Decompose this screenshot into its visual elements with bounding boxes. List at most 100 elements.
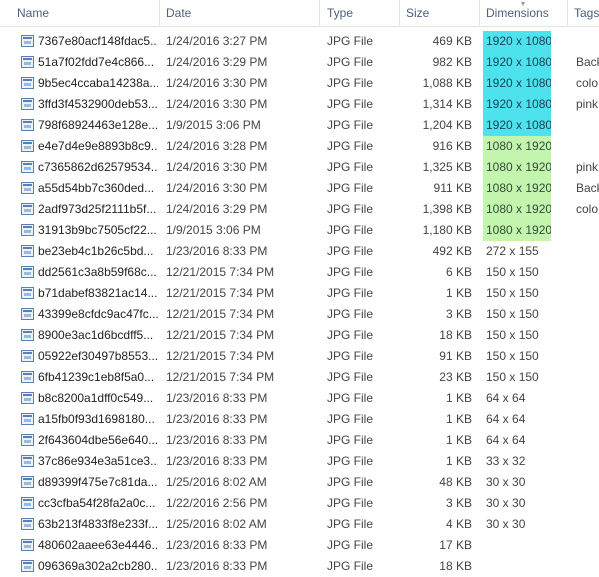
file-row[interactable]: a55d54bb7c360ded... 1/24/2016 3:30 PM JPG … [0,178,599,199]
file-dimensions: 150 x 150 [486,265,539,279]
file-tags [576,31,599,52]
file-dimensions: 30 x 30 [486,496,526,510]
file-size: 18 KB [439,328,472,342]
file-date: 1/24/2016 3:30 PM [166,160,268,174]
file-tags [576,367,599,388]
image-file-icon [21,518,34,530]
file-size: 1,314 KB [422,97,472,111]
column-header-bar: Name Date Type Size ▼ Dimensions Tags [0,0,599,27]
file-row[interactable]: dd2561c3a8b59f68c... 12/21/2015 7:34 PM JP… [0,262,599,283]
file-name: 63b213f4833f8e233f... [38,517,158,531]
file-tags [576,283,599,304]
file-date: 1/9/2015 3:06 PM [166,223,261,237]
file-row[interactable]: b71dabef83821ac14... 12/21/2015 7:34 PM JP… [0,283,599,304]
image-file-icon [21,392,34,404]
file-size: 4 KB [445,517,472,531]
image-file-icon [21,224,34,236]
image-file-icon [21,371,34,383]
file-type: JPG File [327,202,374,216]
file-dimensions: 150 x 150 [486,328,539,342]
column-header-date[interactable]: Date [160,0,320,26]
file-tags [576,325,599,346]
file-row[interactable]: 6fb41239c1eb8f5a0... 12/21/2015 7:34 PM JP… [0,367,599,388]
file-name: a15fb0f93d1698180... [38,412,155,426]
file-name: d89399f475e7c81da... [38,475,158,489]
file-row[interactable]: be23eb4c1b26c5bd... 1/23/2016 8:33 PM JPG … [0,241,599,262]
file-name: 6fb41239c1eb8f5a0... [38,370,155,384]
file-row[interactable]: 7367e80acf148fdac5... 1/24/2016 3:27 PM JP… [0,31,599,52]
file-date: 12/21/2015 7:34 PM [166,286,275,300]
column-header-type[interactable]: Type [320,0,400,26]
file-row[interactable]: 37c86e934e3a51ce3... 1/23/2016 8:33 PM JPG… [0,451,599,472]
file-dimensions: 30 x 30 [486,475,526,489]
file-name: 05922ef30497b8553... [38,349,158,363]
file-row[interactable]: 3ffd3f4532900deb53... 1/24/2016 3:30 PM JP… [0,94,599,115]
file-date: 12/21/2015 7:34 PM [166,328,275,342]
file-dimensions: 33 x 32 [486,454,526,468]
file-tags [576,388,599,409]
file-dimensions: 272 x 155 [486,244,539,258]
sort-descending-icon: ▼ [519,1,527,8]
column-header-tags[interactable]: Tags [568,0,599,26]
file-row[interactable]: 8900e3ac1d6bcdff5... 12/21/2015 7:34 PM JP… [0,325,599,346]
file-row[interactable]: 51a7f02fdd7e4c866... 1/24/2016 3:29 PM JPG… [0,52,599,73]
file-size: 6 KB [445,265,472,279]
file-row[interactable]: 798f68924463e128e... 1/9/2015 3:06 PM JPG … [0,115,599,136]
file-row[interactable]: c7365862d62579534... 1/24/2016 3:30 PM JPG… [0,157,599,178]
file-size: 916 KB [432,139,472,153]
file-row[interactable]: 43399e8cfdc9ac47fc... 12/21/2015 7:34 PM J… [0,304,599,325]
file-dimensions: 150 x 150 [486,370,539,384]
image-file-icon [21,77,34,89]
file-row[interactable]: 096369a302a2cb280... 1/23/2016 8:33 PM JPG… [0,556,599,577]
image-file-icon [21,245,34,257]
file-date: 1/24/2016 3:28 PM [166,139,268,153]
file-row[interactable]: 2adf973d25f2111b5f... 1/24/2016 3:29 PM JP… [0,199,599,220]
column-header-size[interactable]: Size [400,0,480,26]
file-row[interactable]: 05922ef30497b8553... 12/21/2015 7:34 PM JP… [0,346,599,367]
file-date: 1/23/2016 8:33 PM [166,433,268,447]
file-row[interactable]: a15fb0f93d1698180... 1/23/2016 8:33 PM JPG… [0,409,599,430]
file-row[interactable]: 31913b9bc7505cf22... 1/9/2015 3:06 PM JPG … [0,220,599,241]
file-name: 51a7f02fdd7e4c866... [38,55,155,69]
file-row[interactable]: cc3cfba54f28fa2a0c... 1/22/2016 2:56 PM JP… [0,493,599,514]
file-row[interactable]: 9b5ec4ccaba14238a... 1/24/2016 3:30 PM JPG… [0,73,599,94]
file-row[interactable]: 63b213f4833f8e233f... 1/25/2016 8:02 AM JP… [0,514,599,535]
file-row[interactable]: 480602aaee63e4446... 1/23/2016 8:33 PM JPG… [0,535,599,556]
image-file-icon [21,329,34,341]
file-size: 3 KB [445,307,472,321]
file-type: JPG File [327,118,374,132]
file-size: 469 KB [432,34,472,48]
file-row[interactable]: b8c8200a1dff0c549... 1/23/2016 8:33 PM JPG… [0,388,599,409]
file-date: 1/23/2016 8:33 PM [166,412,268,426]
column-header-name[interactable]: Name [0,0,160,26]
file-row[interactable]: 2f643604dbe56e640... 1/23/2016 8:33 PM JPG… [0,430,599,451]
file-type: JPG File [327,76,374,90]
file-type: JPG File [327,97,374,111]
file-name: 3ffd3f4532900deb53... [38,97,158,111]
file-row[interactable]: e4e7d4e9e8893b8c9... 1/24/2016 3:28 PM JPG… [0,136,599,157]
file-name: c7365862d62579534... [38,160,158,174]
column-header-dimensions[interactable]: ▼ Dimensions [480,0,568,26]
file-date: 1/24/2016 3:30 PM [166,181,268,195]
file-tags [576,472,599,493]
file-date: 12/21/2015 7:34 PM [166,307,275,321]
image-file-icon [21,434,34,446]
file-dimensions: 1080 x 1920 [483,157,551,178]
file-date: 1/24/2016 3:30 PM [166,76,268,90]
file-tags: pink [576,160,599,174]
file-size: 1 KB [445,454,472,468]
file-size: 3 KB [445,496,472,510]
image-file-icon [21,560,34,572]
file-tags: colo [576,76,599,90]
file-size: 911 KB [433,181,472,195]
file-type: JPG File [327,139,374,153]
file-row[interactable]: d89399f475e7c81da... 1/25/2016 8:02 AM JPG… [0,472,599,493]
image-file-icon [21,161,34,173]
image-file-icon [21,203,34,215]
file-size: 18 KB [439,559,472,573]
file-date: 1/23/2016 8:33 PM [166,538,268,552]
file-dimensions [483,535,551,556]
file-date: 1/24/2016 3:30 PM [166,97,268,111]
file-tags [576,409,599,430]
image-file-icon [21,497,34,509]
